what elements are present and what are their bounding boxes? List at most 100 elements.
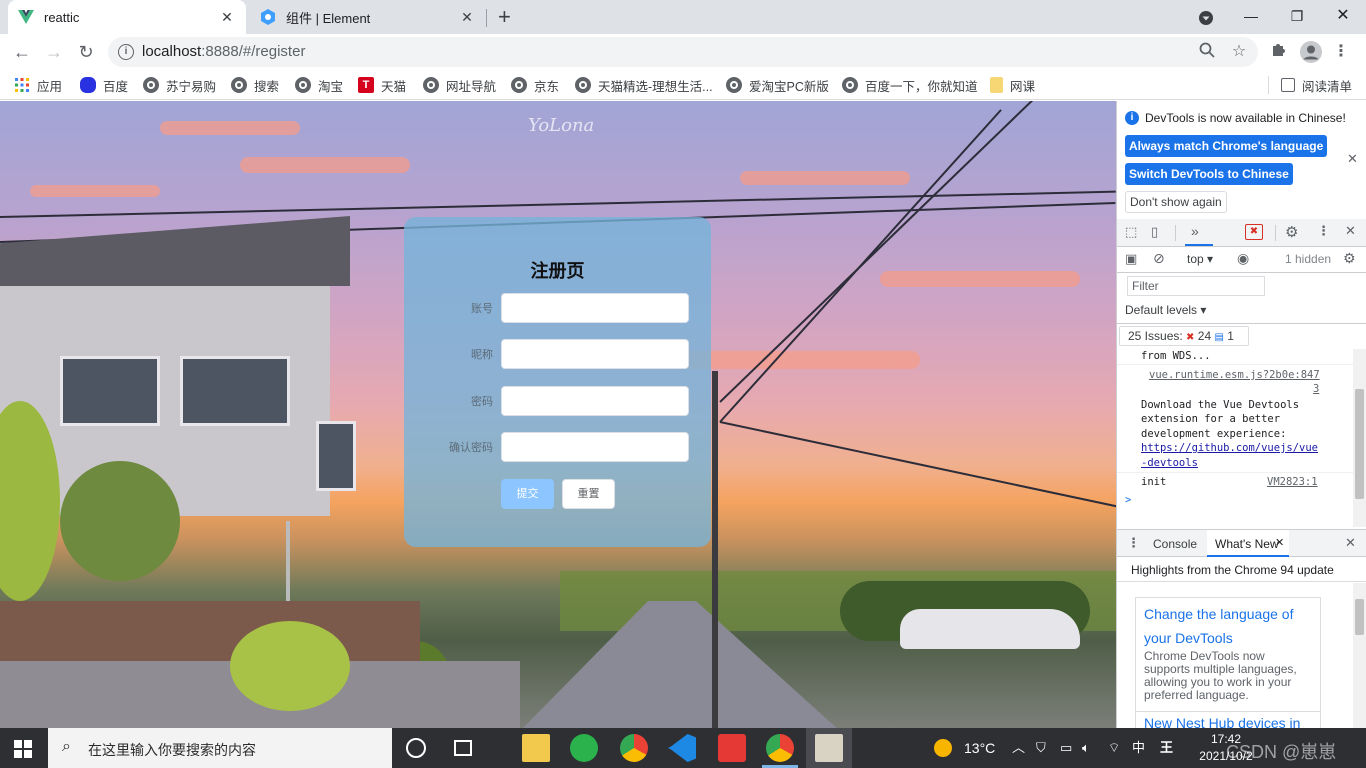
weather-sun-icon[interactable] xyxy=(934,739,952,757)
console-scrollbar[interactable] xyxy=(1353,349,1366,527)
volume-icon[interactable]: 🔈︎ xyxy=(1082,728,1090,768)
account-input[interactable] xyxy=(501,293,689,323)
restore-icon[interactable]: ❐ xyxy=(1274,0,1320,32)
taskbar-search-box[interactable]: ⌕ 在这里输入你要搜索的内容 xyxy=(48,728,392,768)
chrome-active-icon[interactable] xyxy=(766,734,794,762)
live-expression-eye-icon[interactable]: ◉ xyxy=(1237,250,1249,267)
power-line xyxy=(0,190,1116,218)
bookmark-tmall-select[interactable]: 天猫精选-理想生活... xyxy=(575,76,713,94)
switch-chinese-button[interactable]: Switch DevTools to Chinese xyxy=(1125,163,1293,185)
error-badge-icon[interactable]: ✖ xyxy=(1245,224,1263,240)
network-icon[interactable]: ⌔ xyxy=(1108,728,1120,768)
device-toolbar-icon[interactable]: ▯ xyxy=(1151,224,1158,240)
reading-list-button[interactable]: 阅读清单 xyxy=(1281,76,1352,94)
inspect-element-icon[interactable]: ⬚ xyxy=(1125,224,1137,240)
windows-start-icon[interactable] xyxy=(14,740,32,758)
site-info-icon[interactable]: i xyxy=(118,44,134,60)
console-url-link[interactable]: https://github.com/vuejs/vue xyxy=(1141,441,1318,456)
chrome-icon[interactable] xyxy=(620,734,648,762)
context-selector[interactable]: top ▾ xyxy=(1187,252,1213,266)
tray-chevron-up-icon[interactable]: ︿ xyxy=(1012,728,1025,768)
tray-shield-icon[interactable]: ⛉ xyxy=(1036,728,1046,768)
close-icon[interactable]: ✕ xyxy=(1320,0,1366,32)
ime-indicator[interactable]: 中 xyxy=(1132,728,1145,768)
console-prompt[interactable]: > xyxy=(1125,493,1131,508)
console-url-link[interactable]: -devtools xyxy=(1141,456,1198,471)
sidebar-toggle-icon[interactable]: ▣ xyxy=(1125,251,1137,267)
bookmark-nav[interactable]: 网址导航 xyxy=(423,76,496,94)
drawer-menu-icon[interactable]: ⋮ xyxy=(1127,535,1140,551)
settings-gear-icon[interactable]: ⚙ xyxy=(1285,223,1298,241)
dont-show-again-button[interactable]: Don't show again xyxy=(1125,191,1227,213)
minimize-icon[interactable]: — xyxy=(1228,0,1274,32)
close-tab-icon[interactable]: ✕ xyxy=(1275,536,1284,549)
clear-console-icon[interactable]: ⊘ xyxy=(1153,250,1165,267)
console-settings-icon[interactable]: ⚙ xyxy=(1343,250,1356,267)
file-explorer-icon[interactable] xyxy=(522,734,550,762)
drawer-tab-whats-new[interactable]: What's New ✕ xyxy=(1207,530,1289,557)
tab-reattic[interactable]: reattic ✕ xyxy=(8,0,246,34)
devtools-menu-icon[interactable]: ⋮ xyxy=(1317,223,1330,239)
tab-close-icon[interactable]: ✕ xyxy=(458,9,476,26)
reset-button[interactable]: 重置 xyxy=(562,479,615,509)
close-devtools-icon[interactable]: ✕ xyxy=(1345,223,1356,239)
bookmark-folder-courses[interactable]: 网课 xyxy=(990,76,1035,94)
drawer-tab-console[interactable]: Console xyxy=(1153,537,1197,551)
ime-mode-icon[interactable]: 王 xyxy=(1160,728,1173,768)
bookmark-taobao[interactable]: 淘宝 xyxy=(295,76,343,94)
cortana-icon[interactable] xyxy=(406,738,426,758)
bookmark-apps[interactable]: 应用 xyxy=(14,76,62,94)
drawer-scrollbar[interactable] xyxy=(1353,583,1366,728)
bookmark-search[interactable]: 搜索 xyxy=(231,76,279,94)
weather-temperature[interactable]: 13°C xyxy=(964,728,995,768)
tab-close-icon[interactable]: ✕ xyxy=(218,9,236,26)
vscode-icon[interactable] xyxy=(668,734,696,762)
drawer-scroll-thumb[interactable] xyxy=(1355,599,1364,635)
tray-battery-icon[interactable]: ▭ xyxy=(1060,728,1072,768)
whats-new-card-title[interactable]: Change the language of xyxy=(1144,602,1312,626)
back-icon[interactable]: ← xyxy=(10,41,34,63)
reload-icon[interactable]: ↻ xyxy=(74,41,98,63)
calligraphy-app-icon[interactable] xyxy=(815,734,843,762)
form-row-account: 账号 xyxy=(404,293,711,323)
issues-button[interactable]: 25 Issues: ✖ 24 ▤ 1 xyxy=(1119,326,1249,346)
whats-new-card[interactable]: New Nest Hub devices in xyxy=(1135,711,1321,728)
close-drawer-icon[interactable]: ✕ xyxy=(1345,535,1356,551)
bookmark-star-icon[interactable]: ☆ xyxy=(1229,42,1249,62)
bookmark-tmall[interactable]: T 天猫 xyxy=(358,76,406,94)
console-scroll-thumb[interactable] xyxy=(1355,389,1364,499)
infobar-close-icon[interactable]: ✕ xyxy=(1347,151,1358,167)
plus-icon[interactable]: + xyxy=(498,4,511,30)
console-source-link[interactable]: vue.runtime.esm.js?2b0e:847 xyxy=(1149,368,1320,383)
whats-new-card-title[interactable]: New Nest Hub devices in xyxy=(1144,712,1312,728)
confirm-password-input[interactable] xyxy=(501,432,689,462)
forward-icon[interactable]: → xyxy=(42,41,66,63)
tab-search-icon[interactable] xyxy=(1196,8,1216,28)
task-view-icon[interactable] xyxy=(454,740,472,756)
profile-avatar-icon[interactable] xyxy=(1300,41,1322,63)
extensions-puzzle-icon[interactable] xyxy=(1268,41,1290,63)
bookmark-jd[interactable]: 京东 xyxy=(511,76,559,94)
filter-input[interactable]: Filter xyxy=(1127,276,1265,296)
zoom-search-icon[interactable] xyxy=(1197,42,1217,62)
kebab-menu-icon[interactable]: ⋮ xyxy=(1330,41,1352,63)
nickname-input[interactable] xyxy=(501,339,689,369)
bookmark-baidu[interactable]: 百度 xyxy=(80,76,128,94)
tab-element[interactable]: 组件 | Element ✕ xyxy=(250,0,486,34)
url-text[interactable]: localhost:8888/#/register xyxy=(142,43,305,60)
log-levels-dropdown[interactable]: Default levels ▾ xyxy=(1125,303,1206,317)
password-input[interactable] xyxy=(501,386,689,416)
console-source-link[interactable]: 3 xyxy=(1313,382,1319,397)
whats-new-card-title[interactable]: your DevTools xyxy=(1144,626,1312,650)
wechat-icon[interactable] xyxy=(570,734,598,762)
console-source-link[interactable]: VM2823:1 xyxy=(1267,475,1318,490)
submit-button[interactable]: 提交 xyxy=(501,479,554,509)
bookmark-baidu-search[interactable]: 百度一下，你就知道 xyxy=(842,76,978,94)
bookmark-aitaobao[interactable]: 爱淘宝PC新版 xyxy=(726,76,829,94)
bookmark-suning[interactable]: 苏宁易购 xyxy=(143,76,216,94)
wps-icon[interactable] xyxy=(718,734,746,762)
match-language-button[interactable]: Always match Chrome's language xyxy=(1125,135,1328,157)
reading-list-icon xyxy=(1281,78,1295,92)
more-tabs-icon[interactable]: » xyxy=(1191,223,1199,239)
address-bar[interactable]: i localhost:8888/#/register ☆ xyxy=(108,37,1258,67)
